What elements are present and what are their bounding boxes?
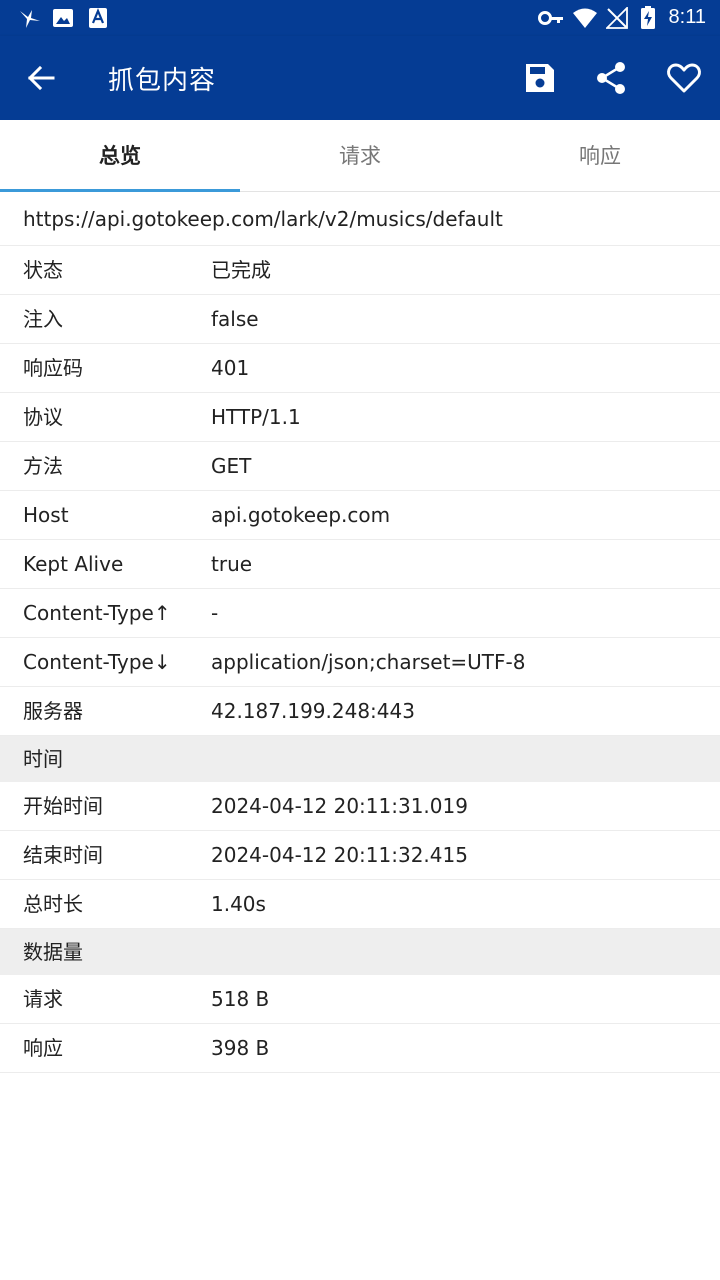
bird-icon (20, 10, 40, 28)
font-icon (89, 8, 107, 28)
info-row-response-code: 响应码 401 (0, 344, 720, 393)
row-value: false (211, 307, 259, 331)
row-value: 2024-04-12 20:11:31.019 (211, 794, 468, 818)
signal-icon (606, 7, 628, 29)
row-value: application/json;charset=UTF-8 (211, 650, 526, 674)
row-label: Kept Alive (23, 552, 124, 576)
tab-request[interactable]: 请求 (240, 120, 480, 192)
tab-overview[interactable]: 总览 (0, 120, 240, 192)
row-value: api.gotokeep.com (211, 503, 391, 527)
row-label: Host (23, 503, 69, 527)
info-row-content-type-down: Content-Type↓ application/json;charset=U… (0, 638, 720, 687)
share-button[interactable] (591, 57, 633, 99)
info-row-host: Host api.gotokeep.com (0, 491, 720, 540)
row-label: 注入 (23, 307, 63, 331)
row-value: 2024-04-12 20:11:32.415 (211, 843, 468, 867)
save-icon (526, 64, 554, 92)
overview-panel: https://api.gotokeep.com/lark/v2/musics/… (0, 192, 720, 1073)
row-label: 协议 (23, 405, 63, 429)
row-value: 398 B (211, 1036, 270, 1060)
row-value: 401 (211, 356, 250, 380)
wifi-icon (573, 8, 597, 28)
info-row-start-time: 开始时间 2024-04-12 20:11:31.019 (0, 782, 720, 831)
clock-time: 8:11 (668, 6, 706, 28)
info-row-server: 服务器 42.187.199.248:443 (0, 687, 720, 736)
status-bar: 8:11 (0, 0, 720, 36)
app-bar: 抓包内容 (0, 36, 720, 120)
key-icon (538, 11, 563, 25)
row-label: 结束时间 (23, 843, 103, 867)
request-url: https://api.gotokeep.com/lark/v2/musics/… (0, 192, 720, 246)
info-row-duration: 总时长 1.40s (0, 880, 720, 929)
page-title: 抓包内容 (108, 66, 217, 96)
row-value: 1.40s (211, 892, 266, 916)
info-row-content-type-up: Content-Type↑ - (0, 589, 720, 638)
favorite-button[interactable] (663, 57, 705, 99)
section-header-data-size: 数据量 (0, 929, 720, 975)
row-value: GET (211, 454, 252, 478)
info-row-kept-alive: Kept Alive true (0, 540, 720, 589)
heart-outline-icon (667, 63, 701, 93)
back-button[interactable] (20, 57, 62, 99)
row-label: 请求 (23, 987, 63, 1011)
arrow-back-icon (27, 65, 55, 91)
row-value: true (211, 552, 253, 576)
tab-response[interactable]: 响应 (480, 120, 720, 192)
row-label: 服务器 (23, 699, 83, 723)
row-label: Content-Type↑ (23, 601, 171, 625)
row-label: 方法 (23, 454, 63, 478)
info-row-injected: 注入 false (0, 295, 720, 344)
save-button[interactable] (519, 57, 561, 99)
row-label: 响应 (23, 1036, 63, 1060)
row-label: 总时长 (23, 892, 83, 916)
row-label: Content-Type↓ (23, 650, 171, 674)
row-value: 42.187.199.248:443 (211, 699, 415, 723)
row-label: 响应码 (23, 356, 83, 380)
row-value: - (211, 601, 219, 625)
info-row-method: 方法 GET (0, 442, 720, 491)
tab-bar: 总览 请求 响应 (0, 120, 720, 192)
share-icon (597, 62, 625, 94)
info-row-status: 状态 已完成 (0, 246, 720, 295)
info-row-response-size: 响应 398 B (0, 1024, 720, 1073)
info-row-end-time: 结束时间 2024-04-12 20:11:32.415 (0, 831, 720, 880)
info-row-protocol: 协议 HTTP/1.1 (0, 393, 720, 442)
info-row-request-size: 请求 518 B (0, 975, 720, 1024)
section-header-time: 时间 (0, 736, 720, 782)
row-value: 518 B (211, 987, 270, 1011)
battery-icon (641, 6, 655, 29)
row-label: 状态 (23, 258, 63, 282)
row-label: 开始时间 (23, 794, 103, 818)
row-value: 已完成 (211, 258, 271, 282)
image-icon (53, 9, 73, 27)
row-value: HTTP/1.1 (211, 405, 301, 429)
